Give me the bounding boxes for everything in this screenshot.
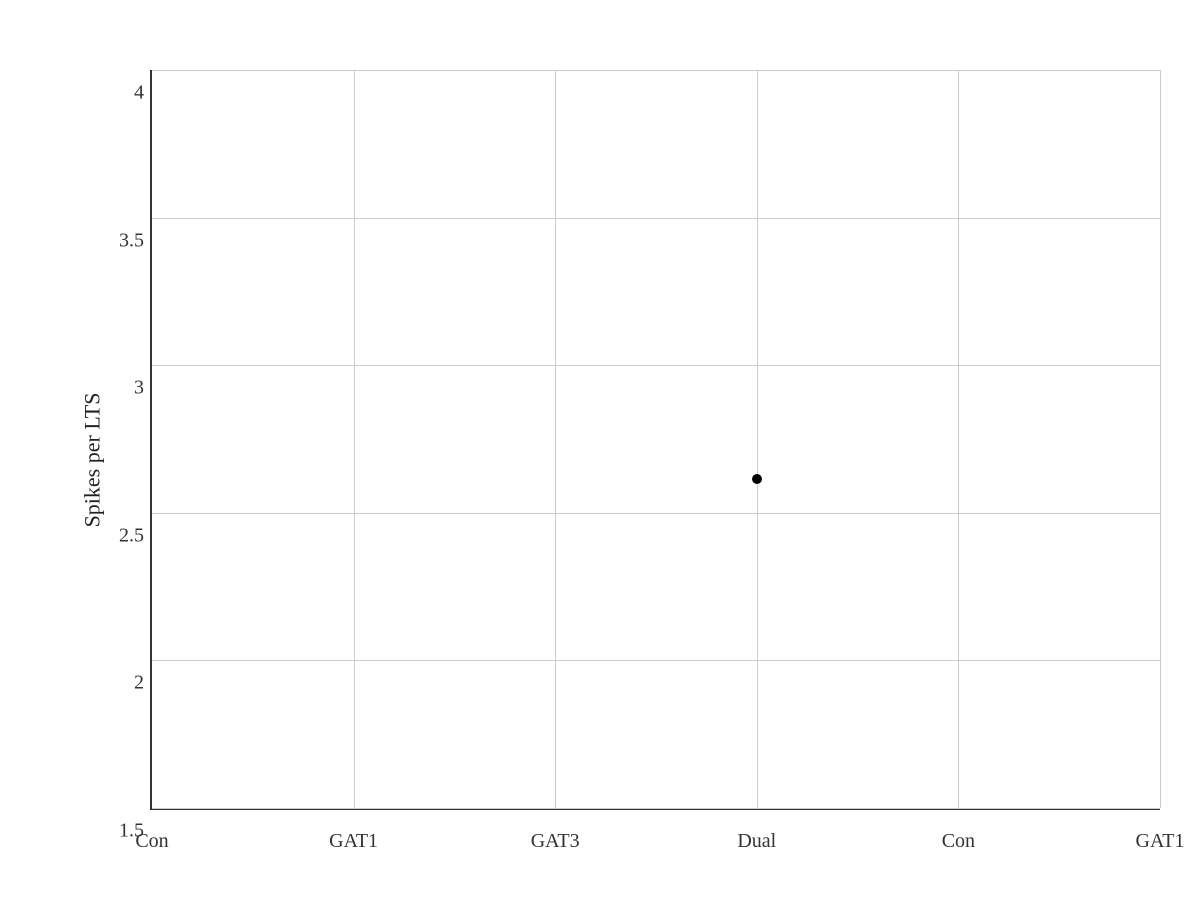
x-tick-label: Con [135, 830, 168, 853]
data-point [752, 474, 762, 484]
grid-line-h [152, 660, 1160, 661]
y-tick-label: 2.5 [119, 524, 144, 547]
x-tick-label: GAT1 [329, 830, 378, 853]
grid-line-v [757, 70, 758, 808]
y-tick-label: 3 [134, 377, 144, 400]
y-tick-label: 3.5 [119, 229, 144, 252]
grid-line-h [152, 513, 1160, 514]
x-tick-label: GAT3 [531, 830, 580, 853]
chart-wrapper: Spikes per LTS 43.532.521.5ConGAT1GAT3Du… [80, 50, 1180, 870]
x-tick-label: GAT1 [1136, 830, 1185, 853]
plot-area: 43.532.521.5ConGAT1GAT3DualConGAT1 [150, 70, 1160, 810]
grid-line-v [555, 70, 556, 808]
grid-line-v [958, 70, 959, 808]
x-tick-label: Con [942, 830, 975, 853]
y-tick-label: 4 [134, 82, 144, 105]
grid-line-h [152, 365, 1160, 366]
grid-line-v [354, 70, 355, 808]
grid-line-v [1160, 70, 1161, 808]
y-tick-label: 2 [134, 672, 144, 695]
grid-line-h [152, 808, 1160, 809]
grid-line-h [152, 70, 1160, 71]
x-tick-label: Dual [737, 830, 776, 853]
chart-container: Spikes per LTS 43.532.521.5ConGAT1GAT3Du… [0, 0, 1200, 900]
y-axis-label: Spikes per LTS [79, 393, 105, 528]
grid-line-h [152, 218, 1160, 219]
